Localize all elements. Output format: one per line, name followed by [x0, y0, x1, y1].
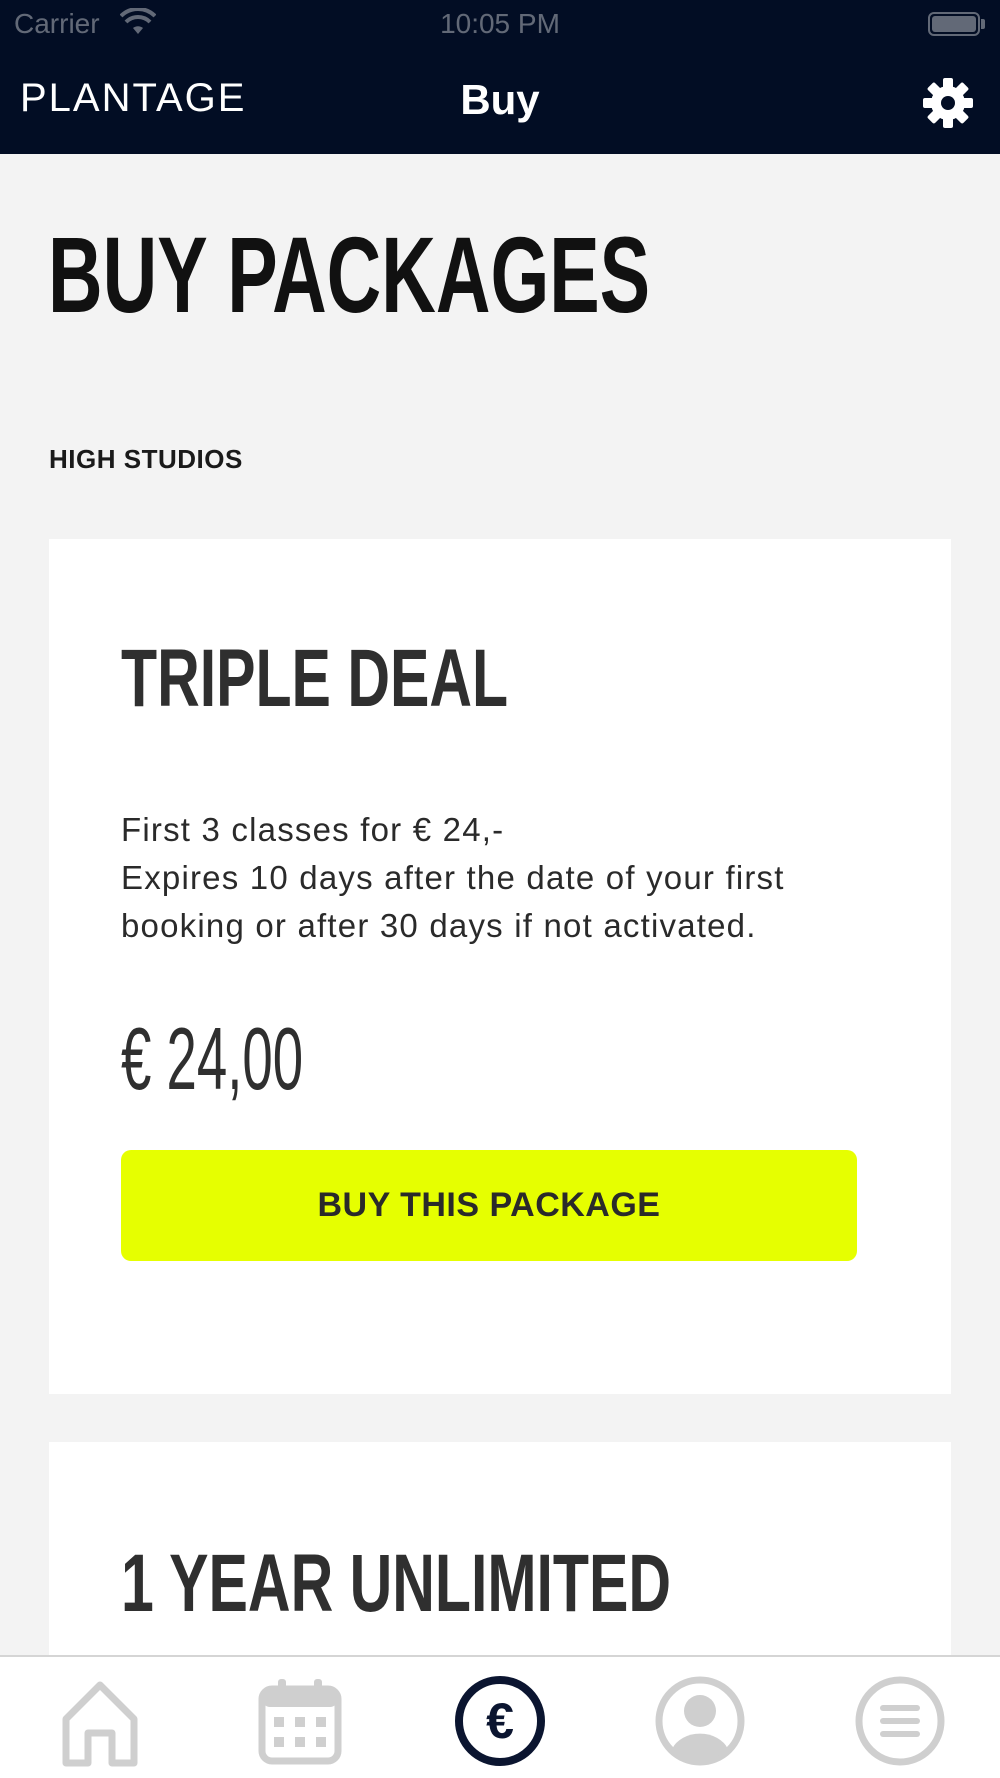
package-description: First 3 classes for € 24,- Expires 10 da…: [121, 806, 881, 950]
home-icon: [62, 1681, 138, 1767]
tab-schedule[interactable]: [250, 1671, 350, 1771]
description-line: First 3 classes for € 24,-: [121, 811, 505, 848]
bottom-tab-bar: €: [0, 1655, 1000, 1778]
page-header-title: Buy: [460, 76, 540, 123]
battery-tip: [981, 19, 985, 29]
package-card: TRIPLE DEAL First 3 classes for € 24,- E…: [49, 539, 951, 1394]
status-bar: Carrier 10:05 PM: [0, 0, 1000, 50]
description-line: Expires 10 days after the date of your f…: [121, 859, 785, 896]
studio-section-label: HIGH STUDIOS: [49, 444, 243, 474]
status-time: 10:05 PM: [440, 8, 560, 39]
tab-buy[interactable]: €: [450, 1671, 550, 1771]
page-title: BUY PACKAGES: [48, 214, 651, 335]
tab-home[interactable]: [50, 1671, 150, 1771]
tab-profile[interactable]: [650, 1671, 750, 1771]
top-navigation-bar: Carrier 10:05 PM PLANTAGE Buy: [0, 0, 1000, 154]
profile-icon: [655, 1676, 745, 1766]
calendar-icon: [258, 1679, 342, 1765]
tab-menu[interactable]: [850, 1671, 950, 1771]
description-line: booking or after 30 days if not activate…: [121, 907, 757, 944]
buy-package-button[interactable]: BUY THIS PACKAGE: [121, 1150, 857, 1261]
package-title: 1 YEAR UNLIMITED: [121, 1538, 672, 1629]
menu-icon: [855, 1676, 945, 1766]
package-title: TRIPLE DEAL: [121, 633, 509, 724]
svg-text:€: €: [486, 1693, 514, 1749]
euro-icon: €: [455, 1676, 545, 1766]
gear-icon[interactable]: [920, 75, 976, 131]
package-price: € 24,00: [121, 1009, 304, 1108]
battery-icon: [928, 12, 980, 36]
